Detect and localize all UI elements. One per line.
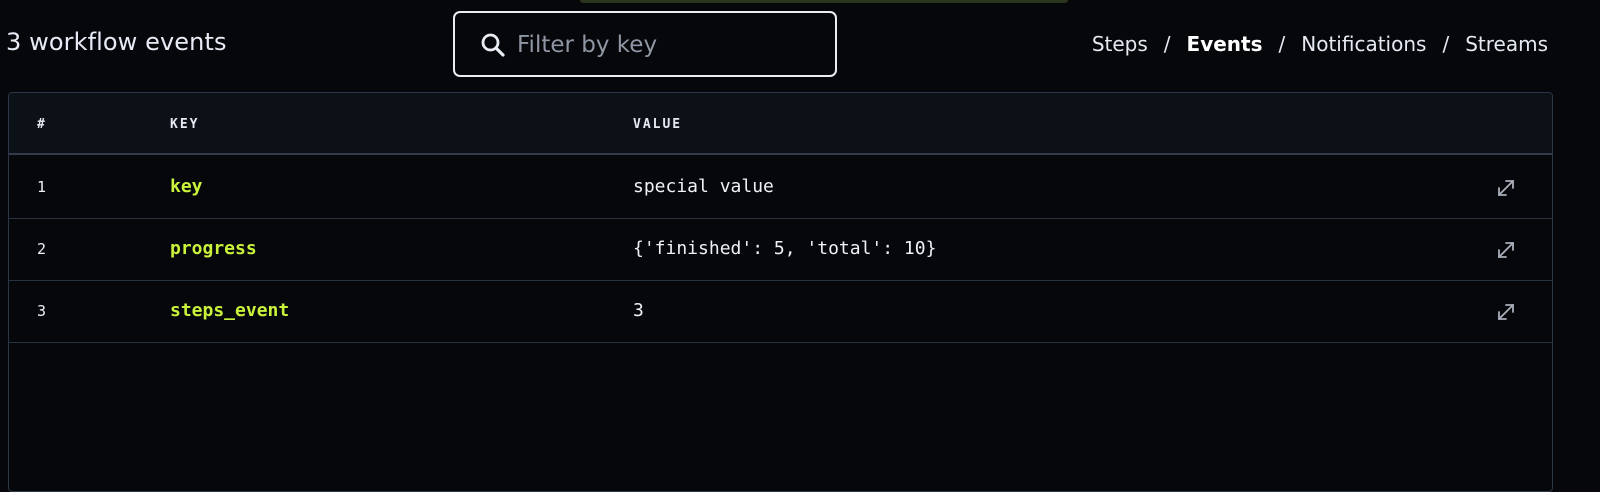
- column-header-index: #: [37, 117, 47, 132]
- row-value: 3: [633, 300, 644, 321]
- row-index: 2: [37, 240, 47, 258]
- row-key: steps_event: [170, 300, 290, 321]
- row-key: key: [170, 176, 203, 197]
- nav-events-link[interactable]: Events: [1187, 32, 1263, 56]
- table-row: 2 progress {'finished': 5, 'total': 10}: [9, 219, 1552, 281]
- nav-separator: /: [1442, 32, 1450, 56]
- column-header-value: VALUE: [633, 117, 683, 132]
- nav-streams-link[interactable]: Streams: [1465, 32, 1548, 56]
- top-accent-bar: [580, 0, 1068, 3]
- column-header-key: KEY: [170, 117, 200, 132]
- breadcrumb-nav: Steps / Events / Notifications / Streams: [1092, 32, 1548, 56]
- search-box[interactable]: [453, 11, 837, 77]
- nav-notifications-link[interactable]: Notifications: [1301, 32, 1426, 56]
- table-header: # KEY VALUE: [9, 93, 1552, 155]
- search-icon: [481, 33, 505, 57]
- table-row: 3 steps_event 3: [9, 281, 1552, 343]
- row-key: progress: [170, 238, 257, 259]
- expand-icon[interactable]: [1495, 239, 1517, 261]
- events-table: # KEY VALUE 1 key special value 2 progre…: [8, 92, 1553, 492]
- nav-separator: /: [1163, 32, 1171, 56]
- row-value: special value: [633, 176, 774, 197]
- row-value: {'finished': 5, 'total': 10}: [633, 238, 937, 259]
- expand-icon[interactable]: [1495, 301, 1517, 323]
- table-row: 1 key special value: [9, 157, 1552, 219]
- filter-by-key-input[interactable]: [517, 27, 817, 63]
- expand-icon[interactable]: [1495, 177, 1517, 199]
- nav-steps-link[interactable]: Steps: [1092, 32, 1148, 56]
- row-index: 3: [37, 302, 47, 320]
- nav-separator: /: [1278, 32, 1286, 56]
- top-bar: 3 workflow events Steps / Events / Notif…: [0, 0, 1600, 90]
- events-count-title: 3 workflow events: [6, 28, 227, 56]
- row-index: 1: [37, 178, 47, 196]
